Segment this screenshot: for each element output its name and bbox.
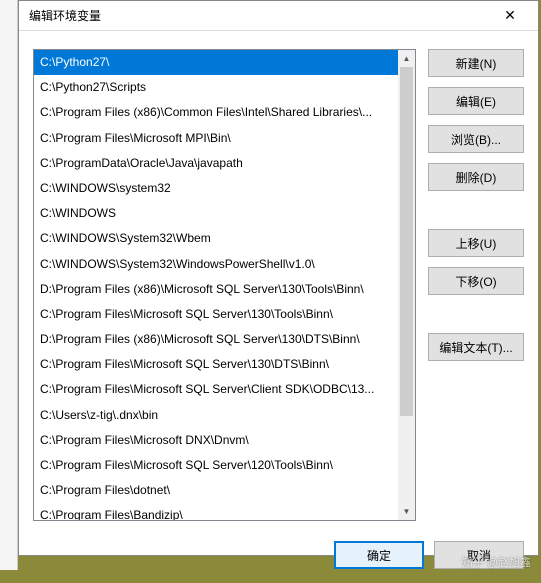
move-up-button[interactable]: 上移(U) <box>428 229 524 257</box>
move-down-button[interactable]: 下移(O) <box>428 267 524 295</box>
list-item[interactable]: C:\Program Files\Microsoft DNX\Dnvm\ <box>34 428 398 453</box>
scroll-down-icon[interactable]: ▼ <box>398 503 415 520</box>
scroll-track[interactable] <box>398 67 415 503</box>
edit-text-button[interactable]: 编辑文本(T)... <box>428 333 524 361</box>
window-title: 编辑环境变量 <box>29 7 101 24</box>
list-item[interactable]: C:\Program Files\Microsoft SQL Server\Cl… <box>34 377 398 402</box>
edit-button[interactable]: 编辑(E) <box>428 87 524 115</box>
button-sidebar: 新建(N) 编辑(E) 浏览(B)... 删除(D) 上移(U) 下移(O) 编… <box>428 49 524 521</box>
list-item[interactable]: D:\Program Files (x86)\Microsoft SQL Ser… <box>34 327 398 352</box>
dialog-content: C:\Python27\ C:\Python27\Scripts C:\Prog… <box>19 31 538 531</box>
list-item[interactable]: C:\Python27\ <box>34 50 398 75</box>
background-window-edge <box>0 0 18 570</box>
list-item[interactable]: C:\Program Files\Microsoft MPI\Bin\ <box>34 126 398 151</box>
close-button[interactable]: ✕ <box>490 5 530 27</box>
scroll-up-icon[interactable]: ▲ <box>398 50 415 67</box>
scrollbar[interactable]: ▲ ▼ <box>398 50 415 520</box>
close-icon: ✕ <box>504 7 516 24</box>
edit-env-var-dialog: 编辑环境变量 ✕ C:\Python27\ C:\Python27\Script… <box>18 0 539 556</box>
list-item[interactable]: D:\Program Files (x86)\Microsoft SQL Ser… <box>34 277 398 302</box>
list-item[interactable]: C:\Program Files\Bandizip\ <box>34 503 398 520</box>
list-item[interactable]: C:\WINDOWS\System32\WindowsPowerShell\v1… <box>34 252 398 277</box>
titlebar: 编辑环境变量 ✕ <box>19 1 538 31</box>
scroll-thumb[interactable] <box>400 67 413 416</box>
list-item[interactable]: C:\WINDOWS\system32 <box>34 176 398 201</box>
list-item[interactable]: C:\Python27\Scripts <box>34 75 398 100</box>
list-item[interactable]: C:\WINDOWS\System32\Wbem <box>34 226 398 251</box>
new-button[interactable]: 新建(N) <box>428 49 524 77</box>
list-item[interactable]: C:\Program Files\Microsoft SQL Server\13… <box>34 302 398 327</box>
browse-button[interactable]: 浏览(B)... <box>428 125 524 153</box>
list-item[interactable]: C:\ProgramData\Oracle\Java\javapath <box>34 151 398 176</box>
list-item[interactable]: C:\Program Files\Microsoft SQL Server\12… <box>34 453 398 478</box>
list-item[interactable]: C:\Program Files\dotnet\ <box>34 478 398 503</box>
path-listbox[interactable]: C:\Python27\ C:\Python27\Scripts C:\Prog… <box>33 49 416 521</box>
desktop-strip: 知乎 @赵旭鑫 <box>0 556 541 570</box>
watermark: 知乎 @赵旭鑫 <box>462 554 531 570</box>
delete-button[interactable]: 删除(D) <box>428 163 524 191</box>
list-item[interactable]: C:\Program Files (x86)\Common Files\Inte… <box>34 100 398 125</box>
list-item[interactable]: C:\WINDOWS <box>34 201 398 226</box>
list-item[interactable]: C:\Program Files\Microsoft SQL Server\13… <box>34 352 398 377</box>
list-inner: C:\Python27\ C:\Python27\Scripts C:\Prog… <box>34 50 398 520</box>
list-item[interactable]: C:\Users\z-tig\.dnx\bin <box>34 403 398 428</box>
